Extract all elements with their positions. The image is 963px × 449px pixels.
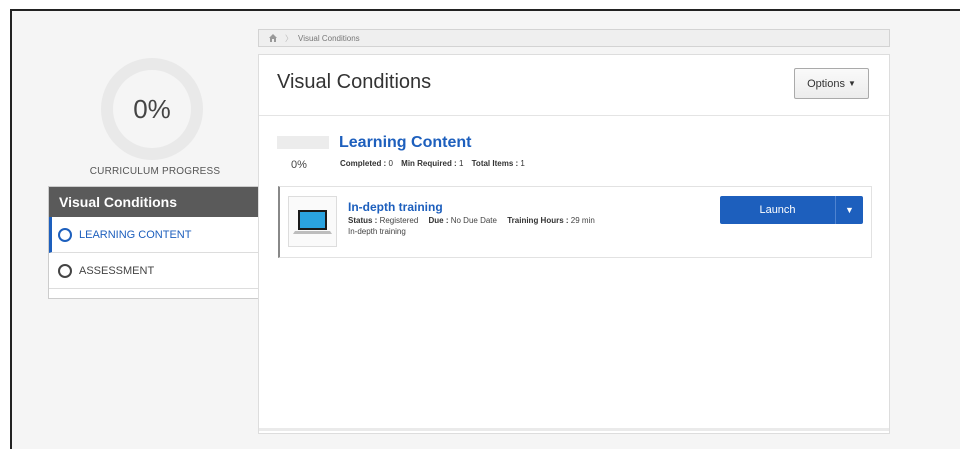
curriculum-progress-percent: 0% <box>113 70 191 148</box>
sidebar-item-assessment[interactable]: ASSESSMENT <box>49 253 261 289</box>
sidebar-item-learning-content[interactable]: LEARNING CONTENT <box>49 217 261 253</box>
training-item: In-depth training Status : Registered Du… <box>278 186 872 258</box>
breadcrumb-separator: 〉 <box>285 33 293 43</box>
options-button[interactable]: Options ▼ <box>794 68 869 99</box>
training-meta: Status : Registered Due : No Due Date Tr… <box>348 216 595 225</box>
training-hours-label: Training Hours : <box>507 216 569 225</box>
min-required-label: Min Required : <box>401 159 457 168</box>
status-value: Registered <box>379 216 419 225</box>
page-title: Visual Conditions <box>277 71 432 93</box>
training-title[interactable]: In-depth training <box>348 200 443 214</box>
breadcrumb: 〉 Visual Conditions <box>258 29 890 47</box>
sidebar-title: Visual Conditions <box>49 187 261 217</box>
due-label: Due : <box>428 216 449 225</box>
curriculum-progress-label: CURRICULUM PROGRESS <box>89 166 221 177</box>
min-required-value: 1 <box>458 159 464 168</box>
main-footer-divider <box>259 428 889 431</box>
home-icon[interactable] <box>268 33 278 43</box>
sidebar-item-label: ASSESSMENT <box>79 264 155 277</box>
total-items-value: 1 <box>520 159 525 168</box>
launch-button[interactable]: Launch <box>720 196 835 224</box>
due-value: No Due Date <box>450 216 497 225</box>
completed-value: 0 <box>388 159 393 168</box>
circle-icon <box>58 263 72 278</box>
launch-button-group: Launch ▼ <box>720 196 863 224</box>
caret-down-icon: ▼ <box>848 79 856 88</box>
curriculum-progress-ring: 0% <box>101 58 203 160</box>
options-label: Options <box>807 77 845 90</box>
main-card: Visual Conditions Options ▼ 0% Learning … <box>258 54 890 434</box>
completed-label: Completed : <box>340 159 387 168</box>
learning-content-progress-bar <box>277 136 329 149</box>
breadcrumb-item[interactable]: Visual Conditions <box>298 34 360 43</box>
status-label: Status : <box>348 216 378 225</box>
learning-content-title: Learning Content <box>339 134 472 151</box>
learning-content-stats: Completed : 0 Min Required : 1 Total Ite… <box>340 159 525 168</box>
main-header: Visual Conditions Options ▼ <box>259 55 889 116</box>
circle-icon <box>58 227 72 242</box>
learning-content-percent: 0% <box>291 159 307 171</box>
training-description: In-depth training <box>348 227 406 236</box>
total-items-label: Total Items : <box>471 159 519 168</box>
chevron-down-icon[interactable]: ▼ <box>835 196 863 224</box>
laptop-icon <box>288 196 337 247</box>
sidebar-item-label: LEARNING CONTENT <box>79 228 192 241</box>
sidebar: Visual Conditions LEARNING CONTENT ASSES… <box>48 186 262 299</box>
training-hours-value: 29 min <box>570 216 595 225</box>
